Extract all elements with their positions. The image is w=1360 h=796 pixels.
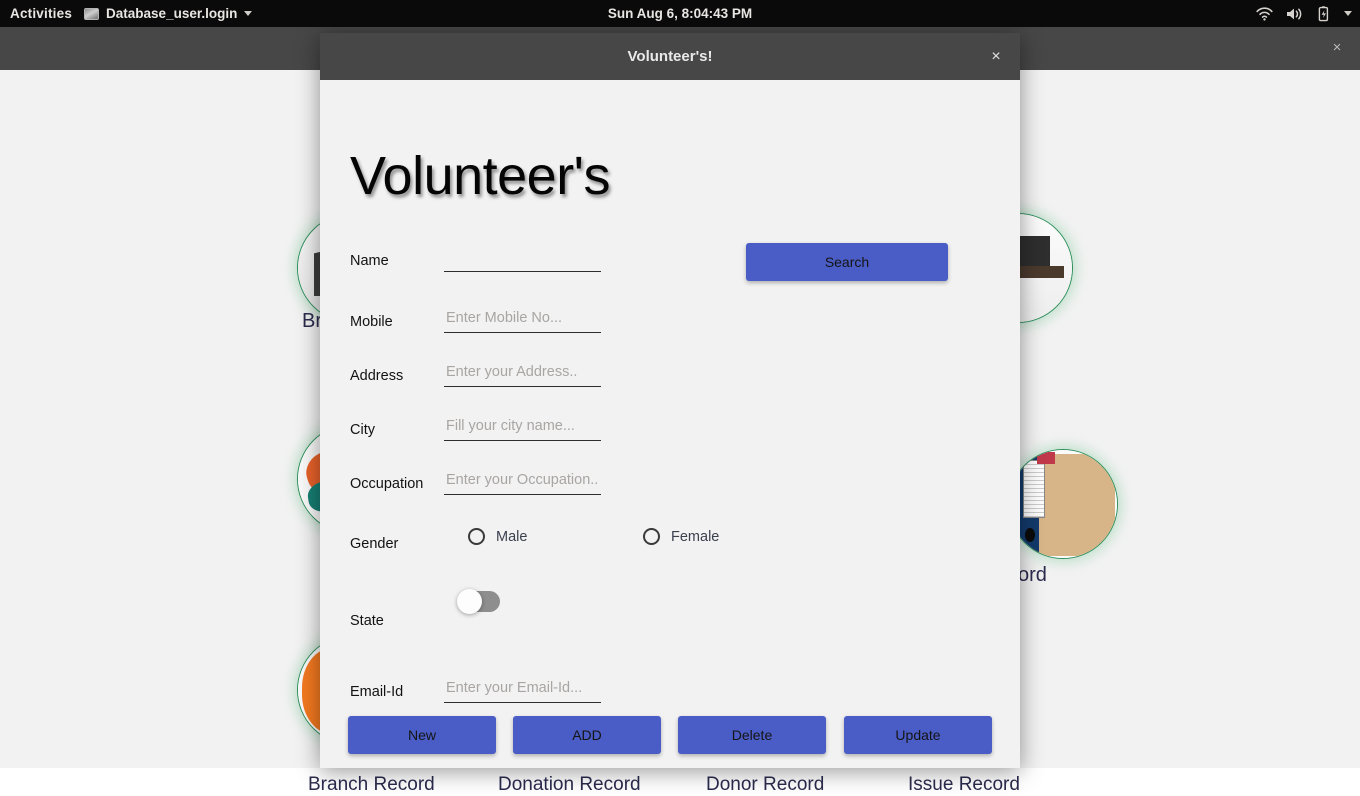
address-input[interactable] <box>444 361 601 387</box>
system-tray[interactable] <box>1256 0 1352 27</box>
name-input[interactable] <box>444 246 601 272</box>
state-toggle-knob <box>457 589 482 614</box>
label-state: State <box>350 613 384 629</box>
dialog-title: Volunteer's! <box>627 48 713 65</box>
battery-charging-icon <box>1317 5 1331 22</box>
dialog-body: Volunteer's Name Search Mobile Address C… <box>320 80 1020 768</box>
radio-female-icon[interactable] <box>643 528 660 545</box>
activities-button[interactable]: Activities <box>0 6 84 21</box>
gender-option-female[interactable]: Female <box>643 528 719 545</box>
branch-record-caption-top: Br <box>302 310 322 332</box>
label-mobile: Mobile <box>350 314 393 330</box>
binder-pages-shape <box>1023 460 1045 518</box>
system-menu-chevron-down-icon[interactable] <box>1344 11 1352 16</box>
delete-button[interactable]: Delete <box>678 716 826 754</box>
mobile-input[interactable] <box>444 307 601 333</box>
bottom-label-donation-record: Donation Record <box>498 774 641 795</box>
binder-tab-red-shape <box>1037 452 1055 464</box>
add-button[interactable]: ADD <box>513 716 661 754</box>
label-address: Address <box>350 368 404 384</box>
label-occupation: Occupation <box>350 476 424 492</box>
radio-male-icon[interactable] <box>468 528 485 545</box>
radio-female-label: Female <box>671 528 720 545</box>
binder-hole-shape <box>1025 528 1035 542</box>
gender-option-male[interactable]: Male <box>468 528 527 545</box>
bottom-label-branch-record: Branch Record <box>308 774 435 795</box>
city-input[interactable] <box>444 415 601 441</box>
state-toggle[interactable] <box>457 589 500 614</box>
issue-record-icon[interactable] <box>1008 449 1118 559</box>
app-menu-button[interactable]: Database_user.login <box>84 6 253 21</box>
new-button[interactable]: New <box>348 716 496 754</box>
label-name: Name <box>350 253 389 269</box>
app-icon <box>84 7 100 20</box>
wifi-icon <box>1256 7 1273 21</box>
label-email-id: Email-Id <box>350 684 404 700</box>
update-button[interactable]: Update <box>844 716 992 754</box>
radio-male-label: Male <box>496 528 528 545</box>
gnome-top-bar: Activities Database_user.login Sun Aug 6… <box>0 0 1360 27</box>
search-button[interactable]: Search <box>746 243 948 281</box>
chevron-down-icon <box>244 11 253 16</box>
monitor-shape <box>1016 236 1050 266</box>
dialog-titlebar: Volunteer's! × <box>320 33 1020 80</box>
bottom-label-issue-record: Issue Record <box>908 774 1020 795</box>
app-menu-label: Database_user.login <box>106 6 238 21</box>
volume-icon <box>1286 7 1304 21</box>
volunteers-dialog: Volunteer's! × Volunteer's Name Search M… <box>320 33 1020 768</box>
occupation-input[interactable] <box>444 469 601 495</box>
email-input[interactable] <box>444 677 601 703</box>
background-window-close-button[interactable]: × <box>1328 39 1346 57</box>
page-title: Volunteer's <box>350 146 611 206</box>
dialog-close-button[interactable]: × <box>986 47 1006 67</box>
label-gender: Gender <box>350 536 399 552</box>
label-city: City <box>350 422 375 438</box>
bottom-label-donor-record: Donor Record <box>706 774 825 795</box>
